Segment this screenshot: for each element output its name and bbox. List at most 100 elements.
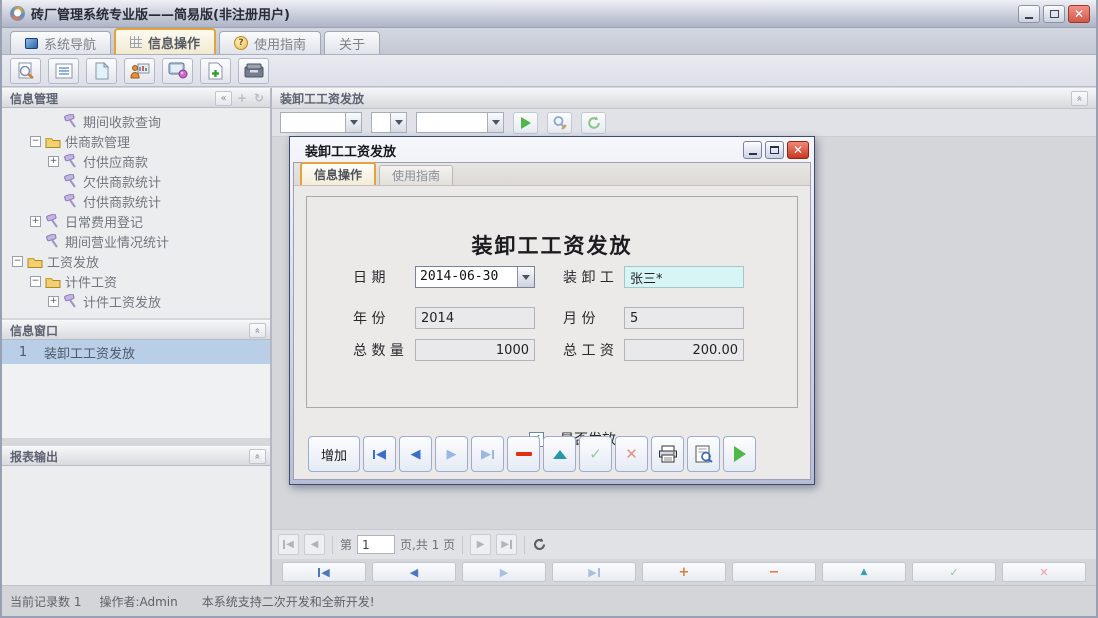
cancel-button[interactable]: ✕ xyxy=(615,436,648,472)
add-record-button[interactable] xyxy=(200,58,231,84)
tree-item-supplier-payments[interactable]: − 供商款管理 xyxy=(2,131,270,151)
expand-expander[interactable]: + xyxy=(48,156,59,167)
next-page-button[interactable]: ▶ xyxy=(470,534,491,555)
play-icon xyxy=(521,117,531,129)
tree-item-owed-supplier-stats[interactable]: 欠供商款统计 xyxy=(2,171,270,191)
collapse-left-button[interactable]: « xyxy=(215,91,232,106)
collapse-up-button[interactable]: « xyxy=(249,449,266,464)
toolbar xyxy=(2,55,1096,87)
tree-item-piecework-salary[interactable]: − 计件工资 xyxy=(2,271,270,291)
app-logo-icon xyxy=(10,6,25,21)
record-last-button[interactable]: ▶ xyxy=(552,562,636,582)
next-record-button[interactable]: ▶ xyxy=(435,436,468,472)
record-first-button[interactable]: ◀ xyxy=(282,562,366,582)
tool-icon xyxy=(63,294,79,308)
collapse-expander[interactable]: − xyxy=(30,136,41,147)
tree-item-paid-supplier-stats[interactable]: 付供商款统计 xyxy=(2,191,270,211)
tab-label: 信息操作 xyxy=(314,166,362,183)
year-field: 2014 xyxy=(415,307,535,329)
tree-label: 付供商款统计 xyxy=(83,192,161,211)
prev-record-button[interactable]: ◀ xyxy=(399,436,432,472)
tree-item-period-receipts[interactable]: 期间收款查询 xyxy=(2,111,270,131)
user-report-button[interactable] xyxy=(124,58,155,84)
user-chart-icon xyxy=(130,62,150,79)
filter-combo-2[interactable] xyxy=(371,112,407,133)
filter-combo-1[interactable] xyxy=(280,112,362,133)
tree-item-period-business-stats[interactable]: 期间营业情况统计 xyxy=(2,231,270,251)
tab-info-operation[interactable]: 信息操作 xyxy=(114,28,216,54)
confirm-button[interactable]: ✓ xyxy=(579,436,612,472)
first-record-button[interactable]: ◀ xyxy=(363,436,396,472)
open-window-row[interactable]: 1 装卸工工资发放 xyxy=(2,340,270,364)
chevron-down-icon xyxy=(517,267,534,287)
delete-record-button[interactable] xyxy=(507,436,540,472)
dialog-close-button[interactable]: ✕ xyxy=(787,141,809,159)
tab-system-nav[interactable]: 系统导航 xyxy=(10,31,111,54)
tree-label: 期间营业情况统计 xyxy=(65,232,169,251)
tree-item-piecework-salary-pay[interactable]: + 计件工资发放 xyxy=(2,291,270,311)
archive-button[interactable] xyxy=(238,58,269,84)
search-document-button[interactable] xyxy=(10,58,41,84)
tool-icon xyxy=(63,194,79,208)
salary-dialog: 装卸工工资发放 ✕ 信息操作 使用指南 装卸工工资发放 日 期 2014-06-… xyxy=(289,136,815,485)
search-edit-button[interactable] xyxy=(547,112,572,134)
page-number-input[interactable] xyxy=(357,535,395,554)
expand-expander[interactable]: + xyxy=(30,216,41,227)
dialog-maximize-button[interactable] xyxy=(765,141,784,159)
record-cancel-button[interactable]: ✕ xyxy=(1002,562,1086,582)
run-query-button[interactable] xyxy=(513,112,538,134)
run-button[interactable] xyxy=(723,436,756,472)
navigation-tree: 期间收款查询 − 供商款管理 + 付供应商款 欠供商款统计 xyxy=(2,108,270,318)
tab-about[interactable]: 关于 xyxy=(324,31,380,54)
worker-input[interactable]: 张三* xyxy=(624,266,744,288)
record-delete-button[interactable]: − xyxy=(732,562,816,582)
tool-icon xyxy=(45,234,61,248)
record-add-button[interactable]: + xyxy=(642,562,726,582)
preview-icon xyxy=(694,445,714,463)
status-bar: 当前记录数 1 操作者:Admin 本系统支持二次开发和全新开发! xyxy=(2,585,1096,616)
collapse-expander[interactable]: − xyxy=(30,276,41,287)
filter-combo-3[interactable] xyxy=(416,112,504,133)
last-page-button[interactable]: ▶ xyxy=(496,534,517,555)
reload-icon[interactable] xyxy=(532,537,547,552)
dialog-tab-info-operation[interactable]: 信息操作 xyxy=(300,162,376,185)
tree-item-daily-expense[interactable]: + 日常费用登记 xyxy=(2,211,270,231)
record-edit-button[interactable]: ▲ xyxy=(822,562,906,582)
worker-label: 装 卸 工 xyxy=(563,267,614,287)
print-button[interactable] xyxy=(651,436,684,472)
tree-label: 日常费用登记 xyxy=(65,212,143,231)
minimize-button[interactable] xyxy=(1018,5,1040,23)
tab-user-guide[interactable]: ? 使用指南 xyxy=(219,31,321,54)
add-button[interactable]: 增加 xyxy=(308,436,360,472)
dialog-button-bar: 增加 ◀ ◀ ▶ ▶ ✓ ✕ xyxy=(308,436,756,472)
date-combobox[interactable]: 2014-06-30 xyxy=(415,266,535,288)
tab-label: 使用指南 xyxy=(392,167,440,184)
collapse-up-button[interactable]: « xyxy=(1071,91,1088,106)
close-button[interactable]: ✕ xyxy=(1068,5,1090,23)
restore-button[interactable] xyxy=(1043,5,1065,23)
dialog-tab-user-guide[interactable]: 使用指南 xyxy=(379,165,453,185)
minus-icon xyxy=(516,452,532,456)
last-record-button[interactable]: ▶ xyxy=(471,436,504,472)
add-icon[interactable]: + xyxy=(235,91,249,105)
month-field: 5 xyxy=(624,307,744,329)
first-page-button[interactable]: ◀ xyxy=(278,534,299,555)
dialog-minimize-button[interactable] xyxy=(743,141,762,159)
collapse-expander[interactable]: − xyxy=(12,256,23,267)
pagination-bar: ◀ ◀ 第 页,共 1 页 ▶ ▶ xyxy=(272,529,1096,559)
record-confirm-button[interactable]: ✓ xyxy=(912,562,996,582)
expand-expander[interactable]: + xyxy=(48,296,59,307)
tree-item-salary-payment[interactable]: − 工资发放 xyxy=(2,251,270,271)
tree-item-pay-supplier[interactable]: + 付供应商款 xyxy=(2,151,270,171)
form-view-button[interactable] xyxy=(48,58,79,84)
new-page-button[interactable] xyxy=(86,58,117,84)
record-next-button[interactable]: ▶ xyxy=(462,562,546,582)
refresh-button[interactable] xyxy=(581,112,606,134)
prev-page-button[interactable]: ◀ xyxy=(304,534,325,555)
collapse-up-button[interactable]: « xyxy=(249,323,266,338)
preview-button[interactable] xyxy=(687,436,720,472)
edit-record-button[interactable] xyxy=(543,436,576,472)
record-prev-button[interactable]: ◀ xyxy=(372,562,456,582)
monitor-button[interactable] xyxy=(162,58,193,84)
refresh-icon[interactable]: ↻ xyxy=(252,91,266,105)
